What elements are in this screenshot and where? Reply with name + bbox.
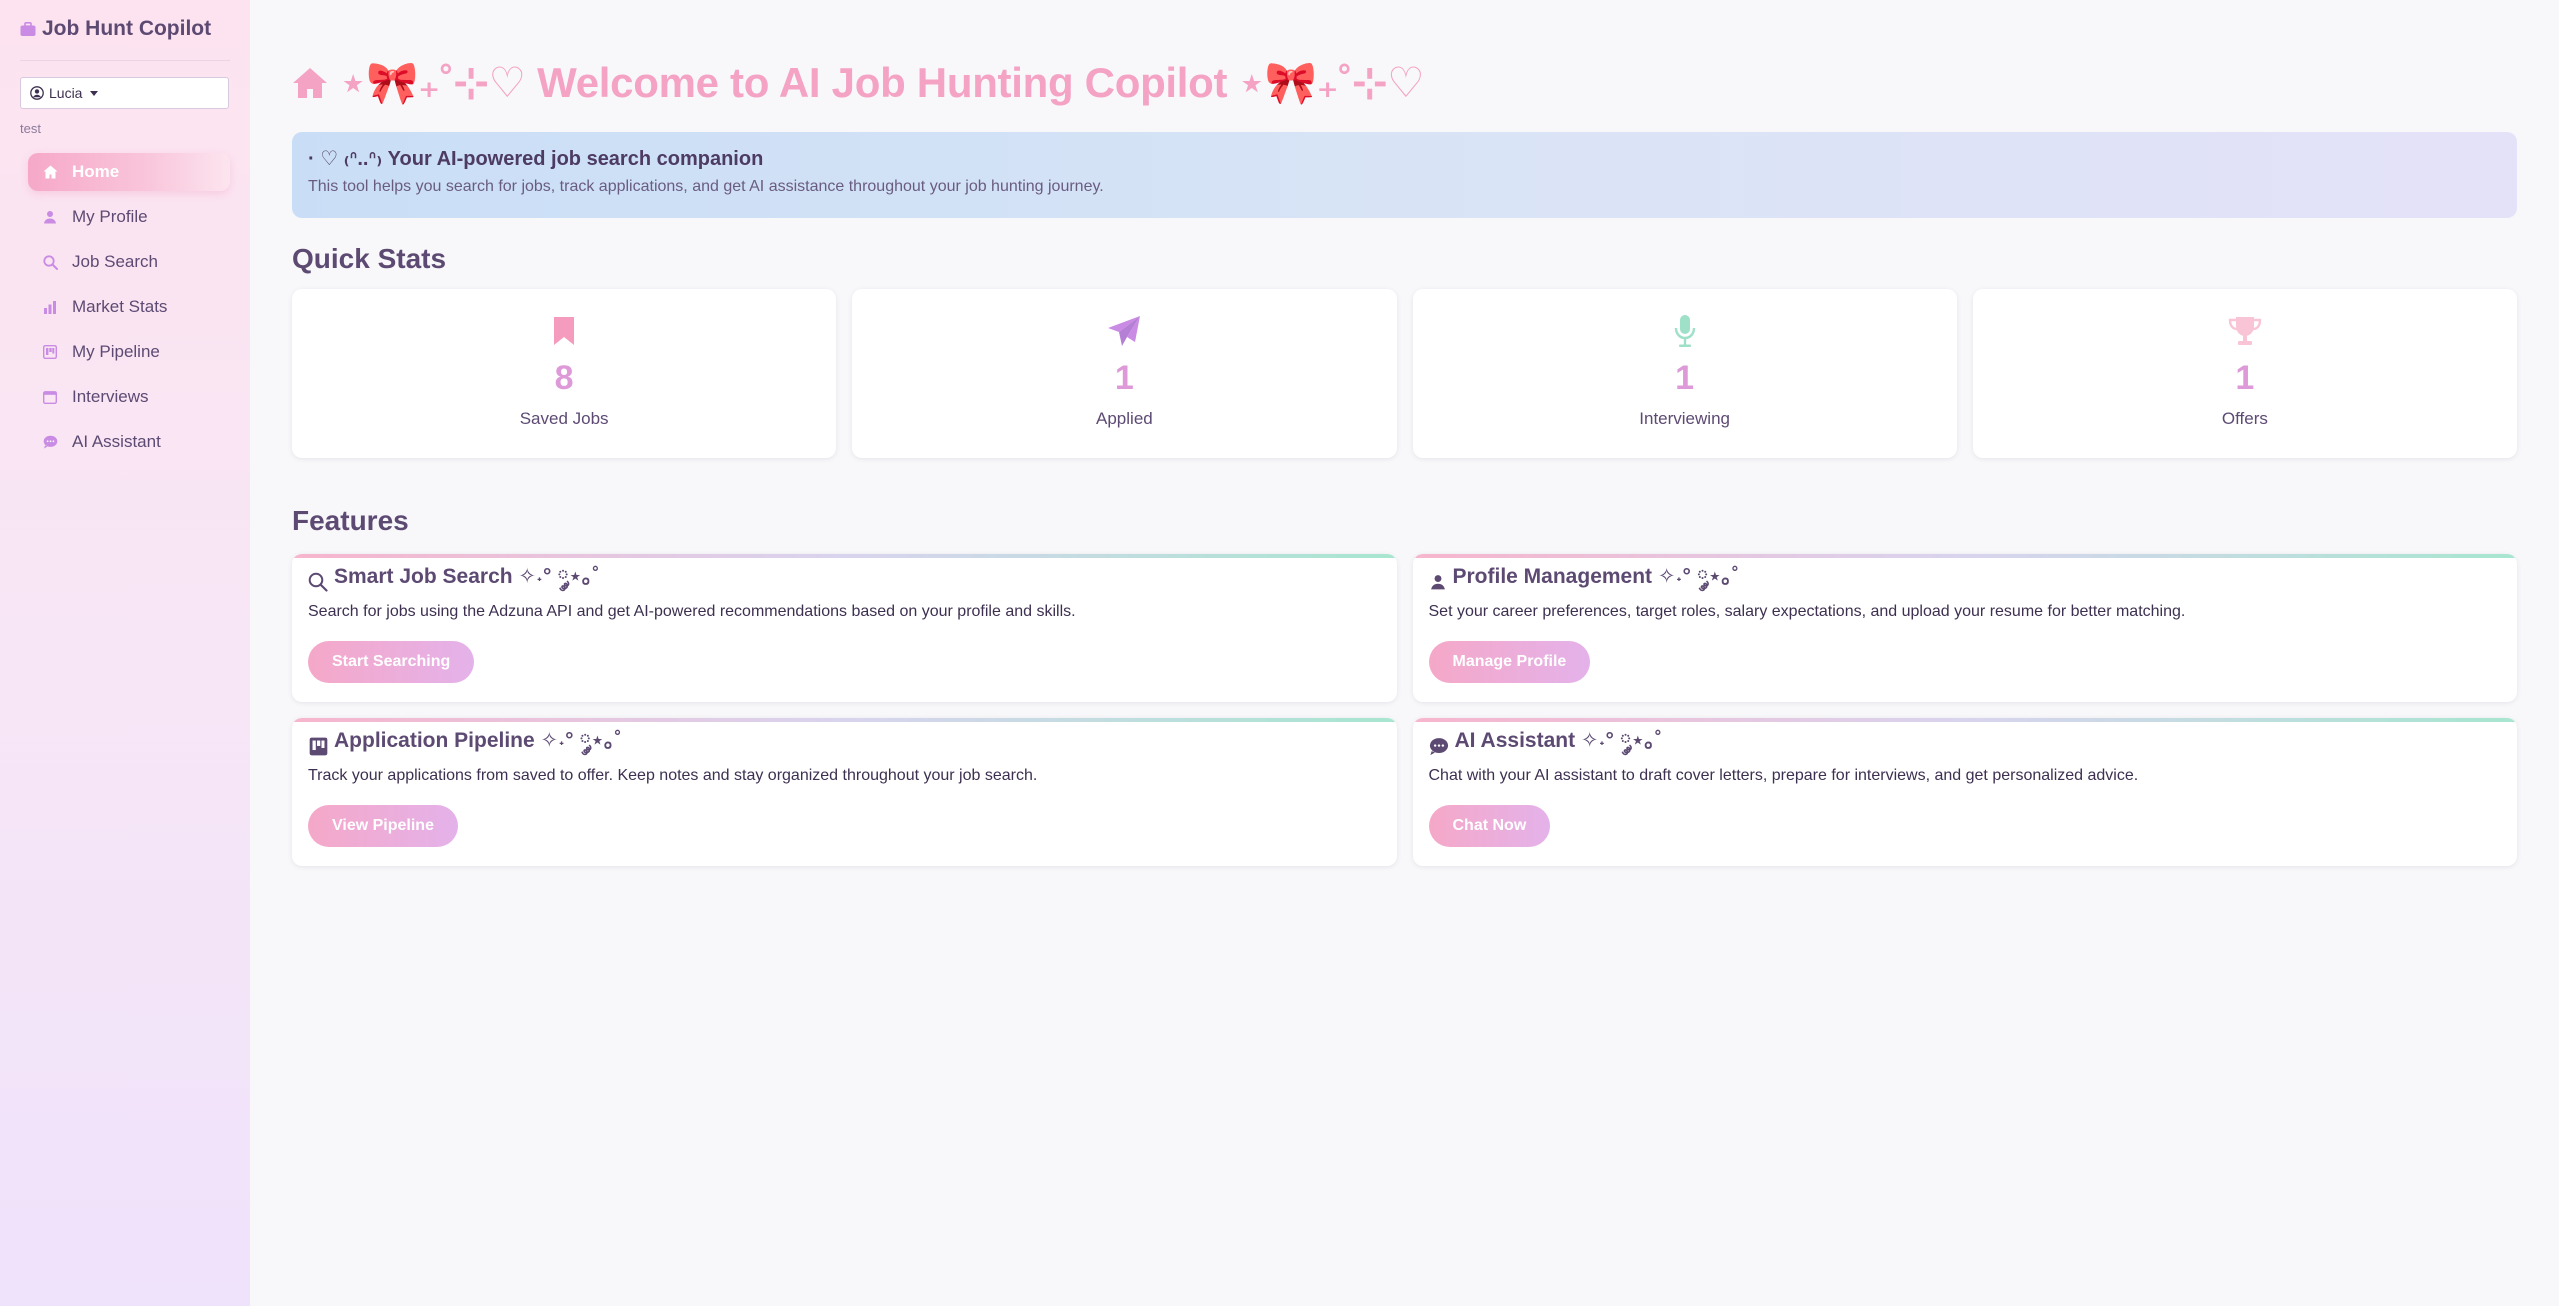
features-grid: Smart Job Search ✧˖° ༘⋆｡˚ Search for job…: [292, 554, 2517, 866]
chat-now-button[interactable]: Chat Now: [1428, 805, 1551, 847]
calendar-icon: [42, 389, 58, 405]
page-title: ⋆🎀₊˚⊹♡ Welcome to AI Job Hunting Copilot…: [292, 58, 2517, 108]
user-circle-icon: [29, 85, 45, 101]
home-icon: [42, 164, 58, 180]
feature-card-ai-assistant: AI Assistant ✧˖° ༘⋆｡˚ Chat with your AI …: [1412, 718, 2517, 866]
feature-card-smart-job-search: Smart Job Search ✧˖° ༘⋆｡˚ Search for job…: [292, 554, 1397, 702]
chat-icon: [42, 434, 58, 450]
feature-description: Search for jobs using the Adzuna API and…: [308, 603, 1076, 620]
user-select-value: Lucia: [49, 85, 83, 101]
feature-card-profile-management: Profile Management ✧˖° ༘⋆｡˚ Set your car…: [1412, 554, 2517, 702]
feature-title: Profile Management ✧˖° ༘⋆｡˚: [1429, 565, 2502, 595]
features-title: Features: [292, 505, 409, 536]
stat-value: 8: [554, 359, 574, 397]
stat-value: 1: [2235, 359, 2255, 397]
view-pipeline-button[interactable]: View Pipeline: [308, 805, 458, 847]
app-root: Job Hunt Copilot Lucia test Home My Prof…: [0, 0, 2559, 1306]
brand-title: Job Hunt Copilot: [42, 17, 212, 40]
sidebar-item-label: AI Assistant: [72, 432, 161, 451]
sidebar-item-interviews[interactable]: Interviews: [28, 378, 230, 416]
bookmark-icon: [552, 313, 576, 349]
user-select[interactable]: Lucia: [20, 77, 229, 109]
paper-plane-icon: [1107, 313, 1141, 349]
sidebar-item-my-pipeline[interactable]: My Pipeline: [28, 333, 230, 371]
kanban-icon: [308, 736, 328, 756]
manage-profile-button[interactable]: Manage Profile: [1428, 641, 1591, 683]
sidebar-item-label: Interviews: [72, 387, 149, 406]
bar-chart-icon: [42, 299, 58, 315]
stat-card-offers: 1 Offers: [1972, 289, 2517, 458]
stat-card-saved-jobs: 8 Saved Jobs: [292, 289, 837, 458]
info-banner-text: This tool helps you search for jobs, tra…: [308, 178, 1104, 195]
briefcase-icon: [20, 21, 36, 37]
stat-label: Applied: [1096, 409, 1153, 428]
stat-card-applied: 1 Applied: [852, 289, 1397, 458]
sidebar-nav: Home My Profile Job Search Market Stats: [20, 153, 230, 461]
feature-title: AI Assistant ✧˖° ༘⋆｡˚: [1429, 729, 2502, 759]
feature-description: Track your applications from saved to of…: [308, 767, 1038, 784]
info-banner: · ♡ ₍ᐢ..ᐢ₎ Your AI-powered job search co…: [292, 132, 2517, 218]
chat-icon: [1429, 736, 1449, 756]
stat-card-interviewing: 1 Interviewing: [1412, 289, 1957, 458]
search-icon: [308, 572, 328, 592]
main-content: ⋆🎀₊˚⊹♡ Welcome to AI Job Hunting Copilot…: [250, 0, 2559, 1306]
home-icon: [292, 66, 328, 100]
microphone-icon: [1674, 313, 1696, 349]
stat-label: Offers: [2221, 409, 2268, 428]
kanban-icon: [42, 344, 58, 360]
info-banner-title: · ♡ ₍ᐢ..ᐢ₎ Your AI-powered job search co…: [308, 148, 764, 170]
divider: [20, 60, 230, 61]
sidebar-item-my-profile[interactable]: My Profile: [28, 198, 230, 236]
sidebar-item-label: My Profile: [72, 207, 148, 226]
quick-stats: 8 Saved Jobs 1 Applied 1 Interviewing 1 …: [292, 289, 2517, 458]
trophy-icon: [2228, 313, 2262, 349]
sidebar-item-job-search[interactable]: Job Search: [28, 243, 230, 281]
sidebar-item-ai-assistant[interactable]: AI Assistant: [28, 423, 230, 461]
sidebar-item-market-stats[interactable]: Market Stats: [28, 288, 230, 326]
sidebar-item-label: Market Stats: [72, 297, 168, 316]
person-icon: [1429, 573, 1447, 591]
stat-label: Interviewing: [1639, 409, 1730, 428]
search-icon: [42, 254, 58, 270]
chevron-down-icon: [90, 90, 99, 96]
stat-value: 1: [1114, 359, 1134, 397]
person-icon: [42, 209, 58, 225]
stat-label: Saved Jobs: [519, 409, 609, 428]
feature-description: Set your career preferences, target role…: [1428, 603, 2186, 620]
feature-card-application-pipeline: Application Pipeline ✧˖° ༘⋆｡˚ Track your…: [292, 718, 1397, 866]
start-searching-button[interactable]: Start Searching: [308, 641, 475, 683]
feature-title: Application Pipeline ✧˖° ༘⋆｡˚: [308, 729, 1381, 759]
user-subtitle: test: [20, 121, 41, 136]
brand: Job Hunt Copilot: [20, 16, 230, 42]
quick-stats-title: Quick Stats: [292, 243, 447, 274]
sidebar-item-label: My Pipeline: [72, 342, 160, 361]
stat-value: 1: [1675, 359, 1695, 397]
page-title-text: ⋆🎀₊˚⊹♡ Welcome to AI Job Hunting Copilot…: [340, 59, 1425, 106]
sidebar: Job Hunt Copilot Lucia test Home My Prof…: [0, 0, 250, 1306]
feature-title: Smart Job Search ✧˖° ༘⋆｡˚: [308, 565, 1381, 595]
sidebar-item-label: Home: [72, 162, 120, 181]
sidebar-item-label: Job Search: [72, 252, 158, 271]
feature-description: Chat with your AI assistant to draft cov…: [1428, 767, 2139, 784]
sidebar-item-home[interactable]: Home: [28, 153, 230, 191]
